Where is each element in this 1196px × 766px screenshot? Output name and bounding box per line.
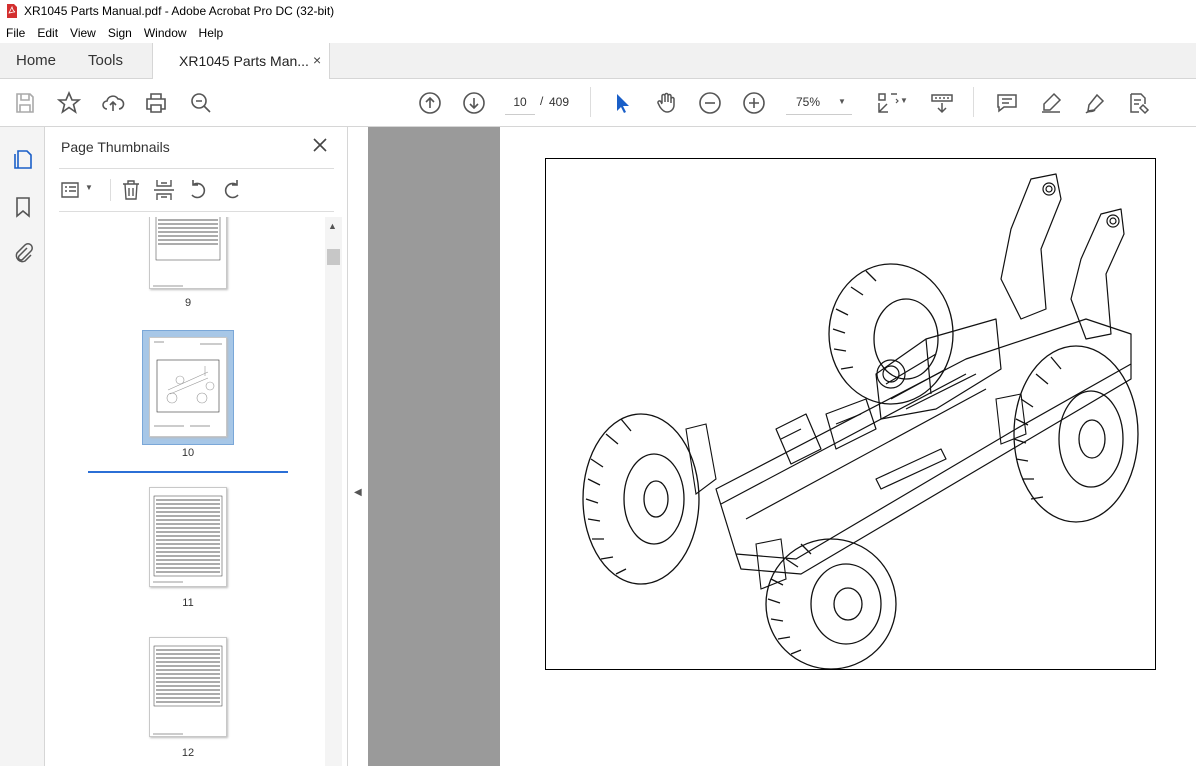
thumbnail-scrollbar[interactable]: ▲ bbox=[325, 217, 342, 766]
extract-pages-icon[interactable] bbox=[153, 179, 175, 201]
document-page[interactable] bbox=[500, 127, 1196, 766]
scroll-mode-icon[interactable] bbox=[930, 91, 954, 115]
drawing-frame bbox=[545, 158, 1156, 670]
zoom-in-icon[interactable] bbox=[742, 91, 766, 115]
draw-icon[interactable] bbox=[1083, 91, 1107, 115]
thumbnail-label: 12 bbox=[181, 747, 195, 759]
thumbnail-label: 11 bbox=[182, 597, 194, 609]
collapse-panel-icon[interactable]: ◀ bbox=[354, 487, 362, 498]
comment-icon[interactable] bbox=[995, 91, 1019, 115]
zoom-value: 75% bbox=[796, 95, 821, 109]
rotate-right-icon[interactable] bbox=[221, 179, 243, 201]
thumbnail-page-10[interactable] bbox=[149, 337, 227, 437]
hand-icon[interactable] bbox=[654, 91, 678, 115]
page-separator: / bbox=[540, 94, 544, 108]
menu-sign[interactable]: Sign bbox=[102, 26, 138, 40]
thumbnail-label: 10 bbox=[181, 447, 195, 459]
page-number-input[interactable]: 10 bbox=[505, 89, 535, 115]
chevron-down-icon[interactable]: ▼ bbox=[85, 183, 93, 192]
main-toolbar: 10 / 409 75% ▼ ▼ bbox=[0, 79, 1196, 127]
thumbnail-preview bbox=[153, 495, 223, 583]
fit-page-icon[interactable] bbox=[876, 91, 900, 115]
delete-icon[interactable] bbox=[120, 179, 142, 201]
toolbar-divider bbox=[973, 87, 974, 117]
thumbnail-list: 9 10 11 12 bbox=[45, 217, 325, 766]
highlight-icon[interactable] bbox=[1039, 91, 1063, 115]
page-total: 409 bbox=[549, 95, 570, 109]
thumbnail-page-12[interactable] bbox=[149, 637, 227, 737]
drop-indicator-line bbox=[88, 471, 288, 473]
document-canvas-background bbox=[368, 127, 500, 766]
thumbnail-page-9[interactable] bbox=[149, 217, 227, 289]
page-thumbnails-icon[interactable] bbox=[11, 147, 35, 171]
window-title: XR1045 Parts Manual.pdf - Adobe Acrobat … bbox=[24, 4, 335, 18]
panel-divider bbox=[59, 168, 334, 169]
thumbnail-preview bbox=[154, 341, 222, 427]
panel-collapse-strip[interactable]: ◀ bbox=[348, 127, 368, 766]
wheel-rear-left bbox=[582, 413, 700, 585]
print-icon[interactable] bbox=[144, 91, 168, 115]
thumbnail-page-11[interactable] bbox=[149, 487, 227, 587]
page-thumbnails-panel: Page Thumbnails ▼ 9 10 11 12 ▲ bbox=[45, 127, 348, 766]
rotate-left-icon[interactable] bbox=[187, 179, 209, 201]
tab-document-label: XR1045 Parts Man... bbox=[179, 53, 309, 69]
left-navigation-rail bbox=[0, 127, 45, 766]
tab-tools[interactable]: Tools bbox=[88, 52, 123, 69]
tab-home[interactable]: Home bbox=[16, 52, 56, 69]
thumbnail-label: 9 bbox=[184, 297, 192, 309]
save-icon[interactable] bbox=[13, 91, 37, 115]
menu-edit[interactable]: Edit bbox=[31, 26, 64, 40]
bookmark-star-icon[interactable] bbox=[56, 90, 82, 115]
menu-bar: File Edit View Sign Window Help bbox=[0, 22, 1196, 43]
thumbnail-preview bbox=[153, 645, 223, 735]
close-icon[interactable] bbox=[312, 137, 328, 153]
zoom-select[interactable]: 75% ▼ bbox=[786, 89, 852, 115]
select-cursor-icon[interactable] bbox=[610, 91, 634, 115]
wheel-front-left bbox=[828, 263, 954, 405]
toolbar-divider bbox=[110, 179, 111, 201]
menu-file[interactable]: File bbox=[0, 26, 31, 40]
telehandler-chassis-drawing bbox=[582, 173, 1139, 670]
page-up-icon[interactable] bbox=[418, 91, 442, 115]
zoom-out-icon[interactable] bbox=[698, 91, 722, 115]
toolbar-divider bbox=[590, 87, 591, 117]
page-down-icon[interactable] bbox=[462, 91, 486, 115]
pdf-app-icon bbox=[7, 4, 17, 18]
wheel-front-right bbox=[1013, 345, 1139, 523]
thumbnail-preview bbox=[153, 217, 221, 287]
title-bar: XR1045 Parts Manual.pdf - Adobe Acrobat … bbox=[0, 0, 1196, 22]
chevron-down-icon: ▼ bbox=[838, 97, 846, 106]
panel-title: Page Thumbnails bbox=[61, 139, 170, 155]
chevron-down-icon[interactable]: ▼ bbox=[900, 96, 908, 105]
menu-help[interactable]: Help bbox=[193, 26, 230, 40]
options-menu-icon[interactable] bbox=[61, 180, 83, 200]
thumbnail-toolbar: ▼ bbox=[45, 177, 348, 203]
zoom-search-icon[interactable] bbox=[189, 91, 213, 115]
scroll-up-icon[interactable]: ▲ bbox=[328, 221, 337, 231]
tab-document[interactable]: XR1045 Parts Man... × bbox=[152, 43, 330, 80]
attachment-icon[interactable] bbox=[11, 241, 35, 265]
bookmark-icon[interactable] bbox=[11, 195, 35, 219]
menu-window[interactable]: Window bbox=[138, 26, 193, 40]
scrollbar-thumb[interactable] bbox=[327, 249, 340, 265]
panel-divider bbox=[59, 211, 334, 212]
fill-sign-icon[interactable] bbox=[1127, 91, 1151, 115]
menu-view[interactable]: View bbox=[64, 26, 102, 40]
close-tab-icon[interactable]: × bbox=[313, 52, 321, 68]
tab-bar: Home Tools XR1045 Parts Man... × bbox=[0, 43, 1196, 80]
upload-icon[interactable] bbox=[101, 91, 125, 115]
